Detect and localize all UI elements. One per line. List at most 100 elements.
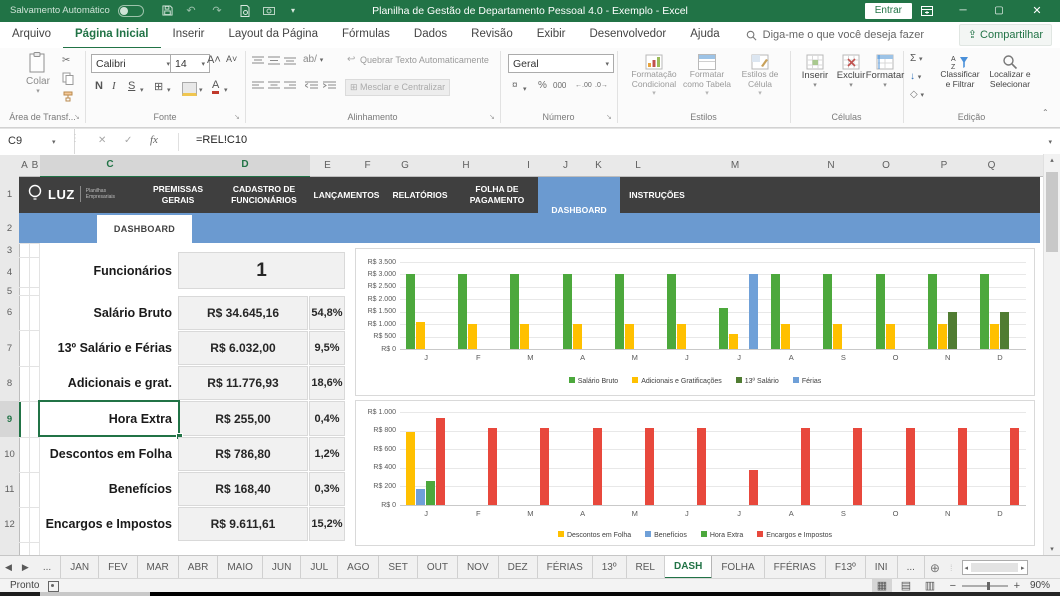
increase-indent-icon[interactable] — [323, 81, 336, 91]
row-header-12[interactable]: 12 — [0, 507, 20, 543]
metric-value-3[interactable]: R$ 11.776,93 — [178, 366, 308, 400]
metric-value-7[interactable]: R$ 9.611,61 — [178, 507, 308, 541]
number-dialog-launcher[interactable]: ↘ — [606, 113, 612, 121]
sheet-tab-f13º[interactable]: F13º — [826, 556, 866, 579]
horizontal-scroll-thumb[interactable] — [971, 563, 1018, 572]
font-color-icon[interactable]: A — [212, 80, 219, 94]
enter-icon[interactable]: ✓ — [124, 135, 132, 146]
metric-value-0[interactable]: 1 — [178, 252, 345, 289]
nav-tab-lan-amentos[interactable]: LANÇAMENTOS — [309, 177, 384, 213]
metric-percent-4[interactable]: 0,4% — [309, 401, 345, 436]
scroll-up-icon[interactable]: ▴ — [1044, 156, 1060, 164]
tabstrip-splitter[interactable]: ⁞ — [945, 556, 958, 579]
borders-dropdown-icon[interactable]: ▾ — [167, 86, 171, 94]
nav-tab-folha-de-pagamento[interactable]: FOLHA DE PAGAMENTO — [456, 177, 538, 213]
sheet-tab-mar[interactable]: MAR — [138, 556, 179, 579]
column-header-D[interactable]: D — [180, 155, 311, 178]
name-box-dropdown-icon[interactable]: ▾ — [52, 138, 56, 146]
underline-button[interactable]: S — [128, 80, 135, 92]
align-left-icon[interactable] — [252, 81, 264, 91]
collapse-ribbon-icon[interactable]: ⌃ — [1042, 108, 1049, 117]
row-header-11[interactable]: 11 — [0, 472, 20, 508]
percent-style-icon[interactable]: % — [538, 79, 547, 93]
sheet-tab-fev[interactable]: FEV — [99, 556, 137, 579]
autosave-toggle[interactable] — [118, 5, 144, 17]
formula-bar-splitter[interactable]: ⋮ — [70, 133, 80, 144]
nav-tab-cadastro-de-funcion-rios[interactable]: CADASTRO DE FUNCIONÁRIOS — [219, 177, 309, 213]
alignment-dialog-launcher[interactable]: ↘ — [489, 113, 495, 121]
share-button[interactable]: ⇪ Compartilhar — [959, 24, 1052, 46]
sheet-tab-13º[interactable]: 13º — [593, 556, 627, 579]
delete-cells-button[interactable]: Excluir▾ — [833, 54, 869, 89]
metric-value-6[interactable]: R$ 168,40 — [178, 472, 308, 506]
autosum-icon[interactable]: Σ ▾ — [910, 52, 922, 67]
tell-me-search[interactable]: Diga-me o que você deseja fazer — [746, 29, 924, 41]
select-all-button[interactable] — [0, 155, 20, 177]
column-header-O[interactable]: O — [857, 155, 916, 177]
ribbon-tab-página-inicial[interactable]: Página Inicial — [63, 21, 161, 49]
ribbon-tab-inserir[interactable]: Inserir — [161, 21, 217, 47]
column-header-M[interactable]: M — [665, 155, 806, 177]
add-sheet-icon[interactable]: ⊕ — [925, 556, 945, 579]
undo-icon[interactable]: ↶ — [182, 0, 200, 22]
sheet-tab-out[interactable]: OUT — [418, 556, 458, 579]
number-format-combo[interactable]: Geral▾ — [508, 54, 614, 73]
metric-percent-5[interactable]: 1,2% — [309, 437, 345, 471]
ribbon-display-options-icon[interactable] — [912, 0, 942, 22]
align-top-icon[interactable] — [252, 56, 264, 66]
sheet-tab-jul[interactable]: JUL — [301, 556, 338, 579]
save-icon[interactable] — [158, 0, 176, 16]
accounting-dropdown-icon[interactable]: ▾ — [523, 85, 527, 93]
cancel-icon[interactable]: ✕ — [98, 135, 106, 146]
ribbon-tab-layout-da-página[interactable]: Layout da Página — [216, 21, 330, 47]
comma-style-icon[interactable]: 000 — [553, 79, 566, 93]
ribbon-tab-arquivo[interactable]: Arquivo — [0, 21, 63, 47]
metric-percent-1[interactable]: 54,8% — [309, 296, 345, 330]
customize-qat-icon[interactable]: ▾ — [284, 0, 302, 22]
normal-view-icon[interactable]: ▦ — [872, 579, 892, 593]
insert-cells-button[interactable]: Inserir▾ — [797, 54, 833, 89]
column-header-L[interactable]: L — [611, 155, 666, 177]
orientation-icon[interactable]: ab/ ▾ — [303, 53, 323, 68]
metric-value-2[interactable]: R$ 6.032,00 — [178, 331, 308, 365]
camera-icon[interactable] — [260, 0, 278, 15]
sheet-tab--[interactable]: ... — [898, 556, 925, 579]
column-header-J[interactable]: J — [545, 155, 587, 177]
find-select-button[interactable]: Localizar e Selecionar — [986, 54, 1034, 90]
format-as-table-button[interactable]: Formatar como Tabela▾ — [682, 54, 732, 98]
ribbon-tab-revisão[interactable]: Revisão — [459, 21, 525, 47]
wrap-text-button[interactable]: Quebrar Texto Automaticamente — [360, 55, 489, 65]
ribbon-tab-fórmulas[interactable]: Fórmulas — [330, 21, 402, 47]
expand-formula-bar-icon[interactable]: ▾ — [1048, 138, 1052, 146]
align-bottom-icon[interactable] — [284, 56, 296, 66]
ribbon-tab-ajuda[interactable]: Ajuda — [678, 21, 731, 47]
nav-tab-premissas-gerais[interactable]: PREMISSAS GERAIS — [137, 177, 219, 213]
zoom-level[interactable]: 90% — [1030, 579, 1050, 593]
zoom-in-icon[interactable]: + — [1014, 579, 1020, 593]
paste-button[interactable]: Colar ▾ — [16, 52, 60, 95]
align-middle-icon[interactable] — [268, 56, 280, 66]
column-header-C[interactable]: C — [40, 155, 181, 178]
row-header-3[interactable]: 3 — [0, 243, 20, 258]
decrease-indent-icon[interactable] — [305, 81, 318, 91]
row-header-8[interactable]: 8 — [0, 366, 20, 402]
sheet-tab-rel[interactable]: REL — [627, 556, 665, 579]
hscroll-right-icon[interactable]: ▸ — [1019, 564, 1027, 572]
zoom-slider[interactable] — [962, 585, 1008, 587]
metric-percent-7[interactable]: 15,2% — [309, 507, 345, 541]
fill-icon[interactable]: ↓ ▾ — [910, 70, 921, 85]
column-header-N[interactable]: N — [805, 155, 858, 177]
ribbon-tab-exibir[interactable]: Exibir — [525, 21, 578, 47]
increase-decimal-icon[interactable]: ←.00 — [575, 79, 592, 93]
sheet-tab-dez[interactable]: DEZ — [499, 556, 538, 579]
zoom-slider-thumb[interactable] — [987, 582, 990, 590]
column-header-Q[interactable]: Q — [973, 155, 1011, 177]
row-header-4[interactable]: 4 — [0, 257, 20, 288]
sheet-tab-abr[interactable]: ABR — [179, 556, 219, 579]
hscroll-left-icon[interactable]: ◂ — [963, 564, 971, 572]
font-dialog-launcher[interactable]: ↘ — [234, 113, 240, 121]
clipboard-dialog-launcher[interactable]: ↘ — [74, 113, 80, 121]
column-header-F[interactable]: F — [345, 155, 391, 177]
copy-icon[interactable] — [62, 72, 74, 85]
clear-icon[interactable]: ◇ ▾ — [910, 88, 924, 103]
